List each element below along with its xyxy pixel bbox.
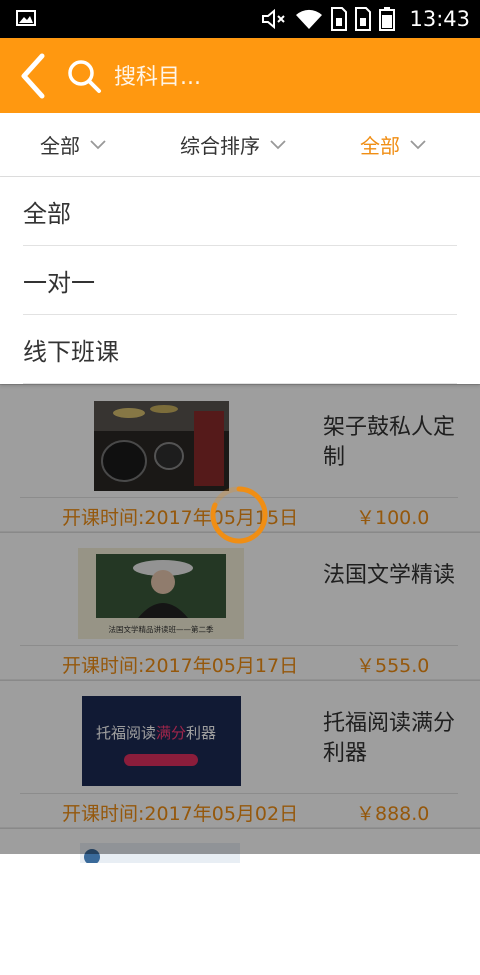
sim2-icon	[355, 7, 372, 31]
filter-category[interactable]: 全部	[40, 113, 106, 176]
loading-spinner-icon	[210, 486, 268, 544]
filter-sort[interactable]: 综合排序	[180, 113, 286, 176]
dim-overlay[interactable]	[0, 384, 480, 854]
back-arrow-icon[interactable]	[14, 50, 54, 102]
type-dropdown-menu: 全部 一对一 线下班课	[0, 177, 480, 384]
search-input[interactable]	[112, 56, 436, 98]
top-app-bar	[0, 38, 480, 113]
filter-category-label: 全部	[40, 134, 80, 158]
filter-bar: 全部 综合排序 全部	[0, 113, 480, 177]
filter-type-label: 全部	[360, 134, 400, 158]
status-bar: 13:43	[0, 0, 480, 38]
dropdown-item-all[interactable]: 全部	[23, 177, 457, 246]
clock: 13:43	[409, 7, 470, 31]
wifi-icon	[296, 9, 323, 29]
filter-type[interactable]: 全部	[360, 113, 426, 176]
battery-icon	[379, 7, 396, 31]
chevron-down-icon	[410, 139, 426, 149]
sim1-icon	[331, 7, 348, 31]
dropdown-item-one-on-one[interactable]: 一对一	[23, 246, 457, 315]
image-icon	[16, 10, 36, 26]
search-icon[interactable]	[66, 58, 102, 94]
filter-sort-label: 综合排序	[180, 134, 260, 158]
chevron-down-icon	[270, 139, 286, 149]
mute-icon	[262, 8, 286, 30]
dropdown-item-offline-class[interactable]: 线下班课	[23, 315, 457, 384]
chevron-down-icon	[90, 139, 106, 149]
